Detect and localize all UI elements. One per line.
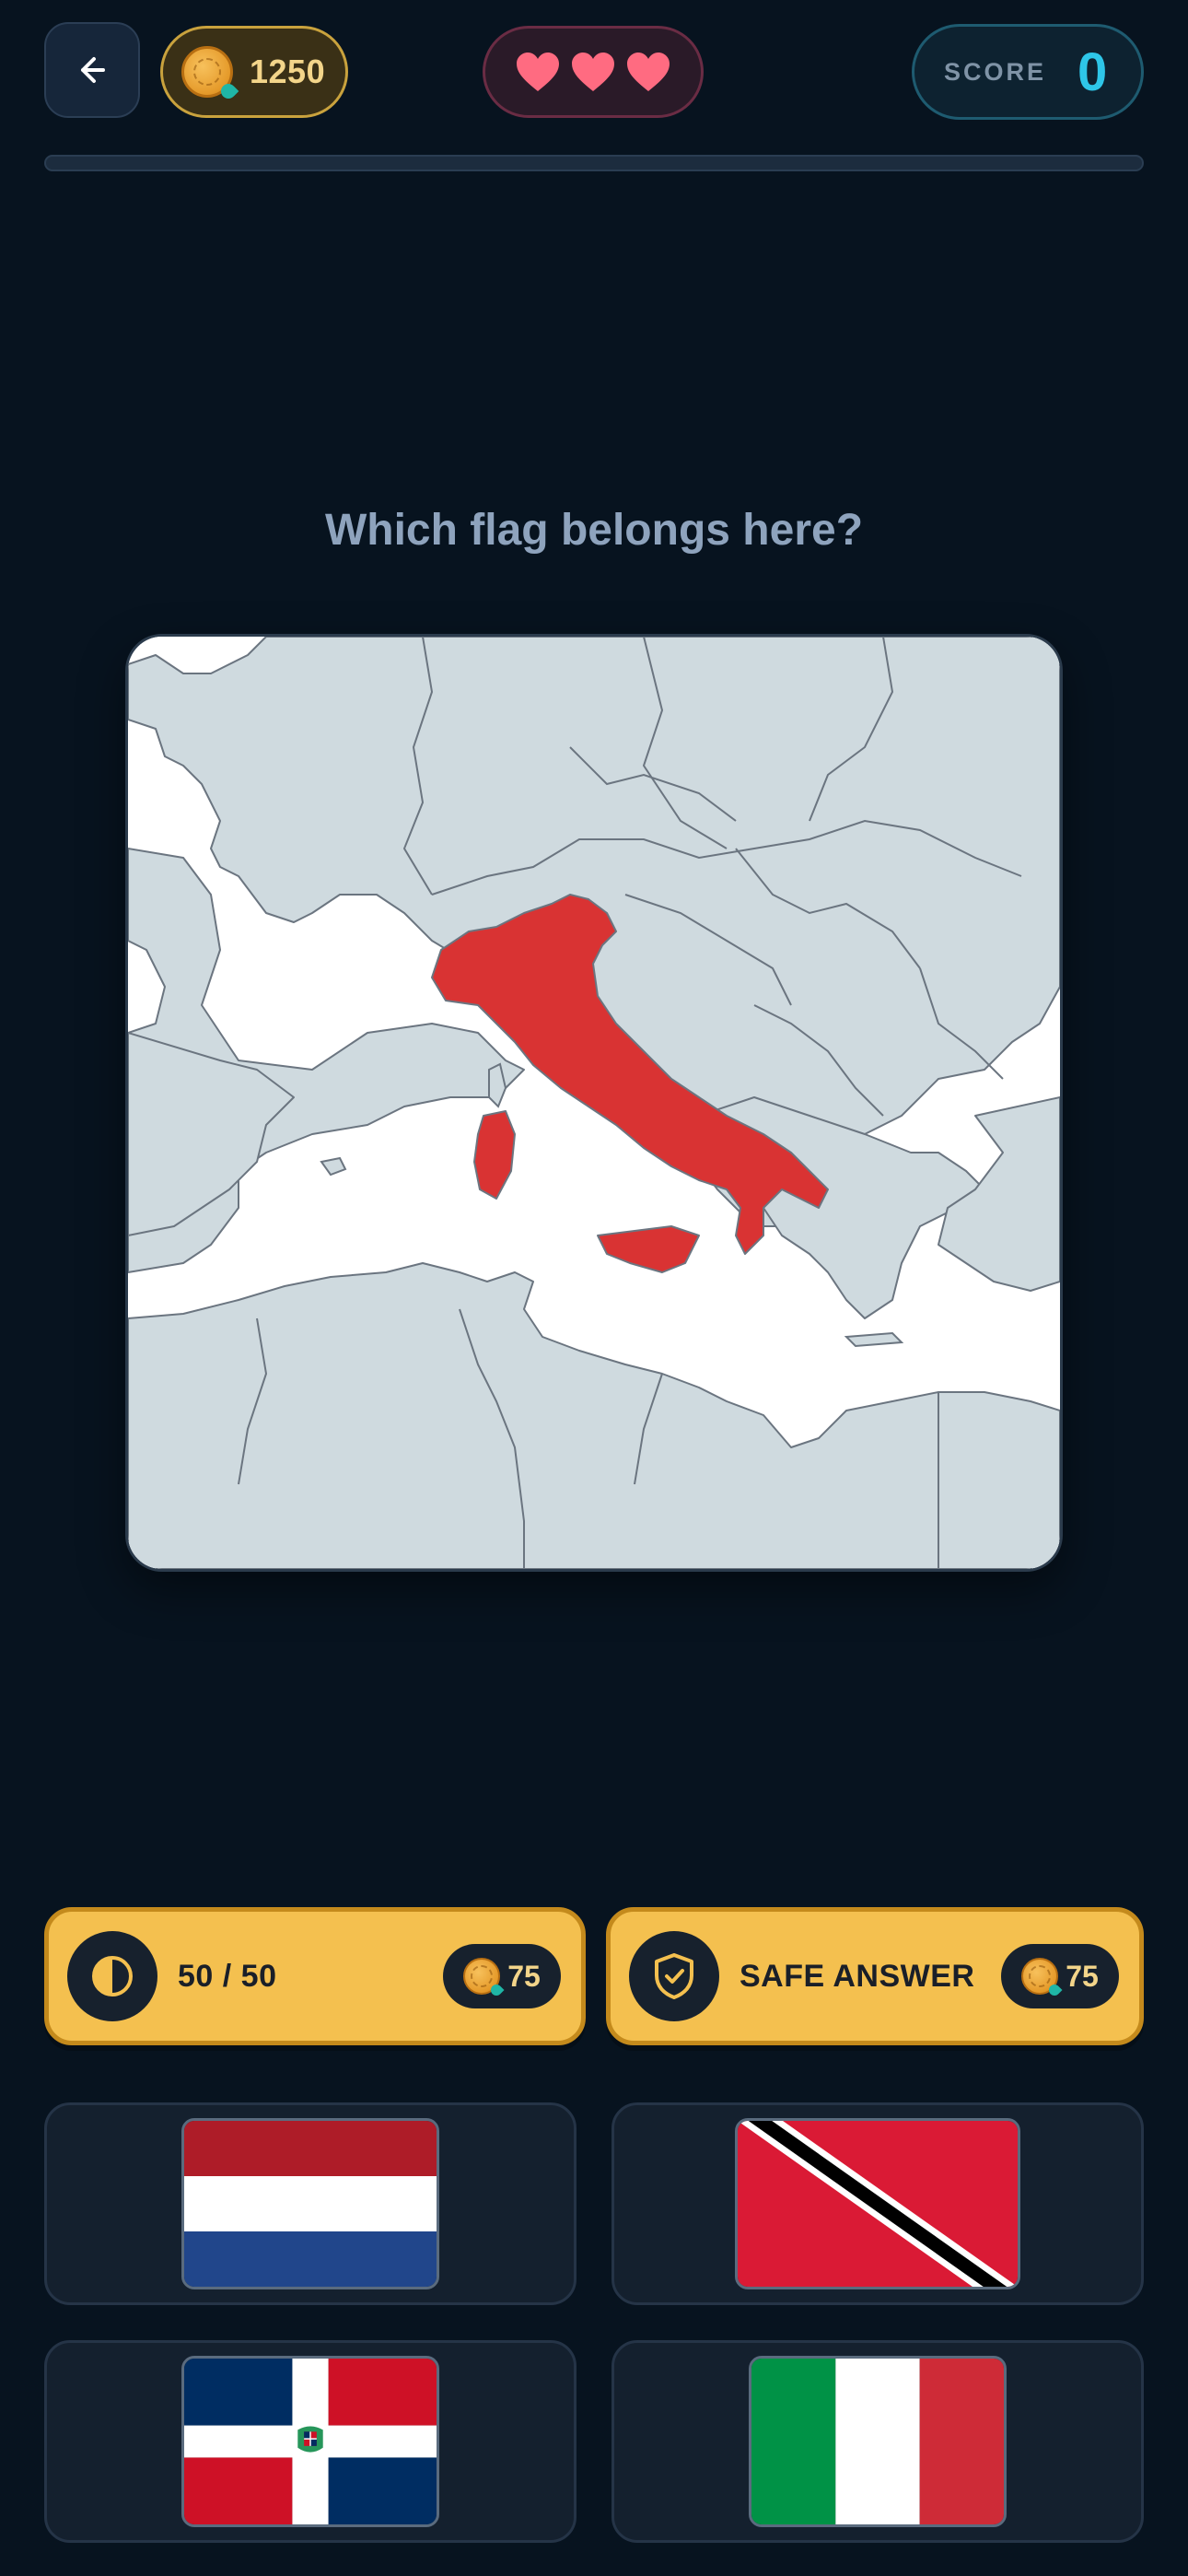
answer-option-italy[interactable] bbox=[611, 2340, 1144, 2543]
coin-icon bbox=[181, 46, 233, 98]
question-text: Which flag belongs here? bbox=[324, 506, 864, 555]
italy-flag bbox=[749, 2356, 1007, 2527]
heart-icon bbox=[572, 53, 614, 91]
answer-option-dominican-republic[interactable] bbox=[44, 2340, 577, 2543]
fifty-fifty-cost: 75 bbox=[443, 1944, 561, 2008]
arrow-left-icon bbox=[81, 57, 105, 83]
safe-answer-cost-value: 75 bbox=[1066, 1959, 1099, 1993]
lives-indicator bbox=[483, 26, 704, 118]
fifty-fifty-button[interactable]: 50 / 50 75 bbox=[44, 1907, 586, 2045]
netherlands-flag bbox=[181, 2118, 439, 2289]
score-display: SCORE 0 bbox=[912, 24, 1144, 120]
dominican-republic-flag bbox=[181, 2356, 439, 2527]
top-bar: 1250 SCORE 0 bbox=[0, 0, 1188, 157]
shield-check-icon bbox=[629, 1931, 719, 2021]
back-button[interactable] bbox=[44, 22, 140, 118]
safe-answer-button[interactable]: SAFE ANSWER 75 bbox=[606, 1907, 1144, 2045]
score-value: 0 bbox=[1077, 41, 1108, 102]
answer-option-netherlands[interactable] bbox=[44, 2102, 577, 2305]
safe-answer-cost: 75 bbox=[1001, 1944, 1119, 2008]
heart-icon bbox=[517, 53, 559, 91]
fifty-fifty-cost-value: 75 bbox=[507, 1959, 541, 1993]
coat-of-arms-emblem bbox=[297, 2426, 323, 2453]
answer-option-trinidad-and-tobago[interactable] bbox=[611, 2102, 1144, 2305]
coin-icon bbox=[463, 1958, 501, 1995]
progress-bar bbox=[44, 155, 1144, 171]
heart-icon bbox=[627, 53, 670, 91]
coin-balance[interactable]: 1250 bbox=[160, 26, 348, 118]
trinidad-and-tobago-flag bbox=[735, 2118, 1020, 2289]
score-label: SCORE bbox=[944, 57, 1047, 86]
safe-answer-label: SAFE ANSWER bbox=[740, 1958, 975, 1994]
coin-icon bbox=[1021, 1958, 1059, 1995]
fifty-fifty-label: 50 / 50 bbox=[178, 1958, 277, 1994]
europe-map bbox=[128, 637, 1060, 1569]
half-circle-icon bbox=[67, 1931, 157, 2021]
coin-count: 1250 bbox=[250, 53, 326, 90]
map-card bbox=[125, 634, 1063, 1572]
